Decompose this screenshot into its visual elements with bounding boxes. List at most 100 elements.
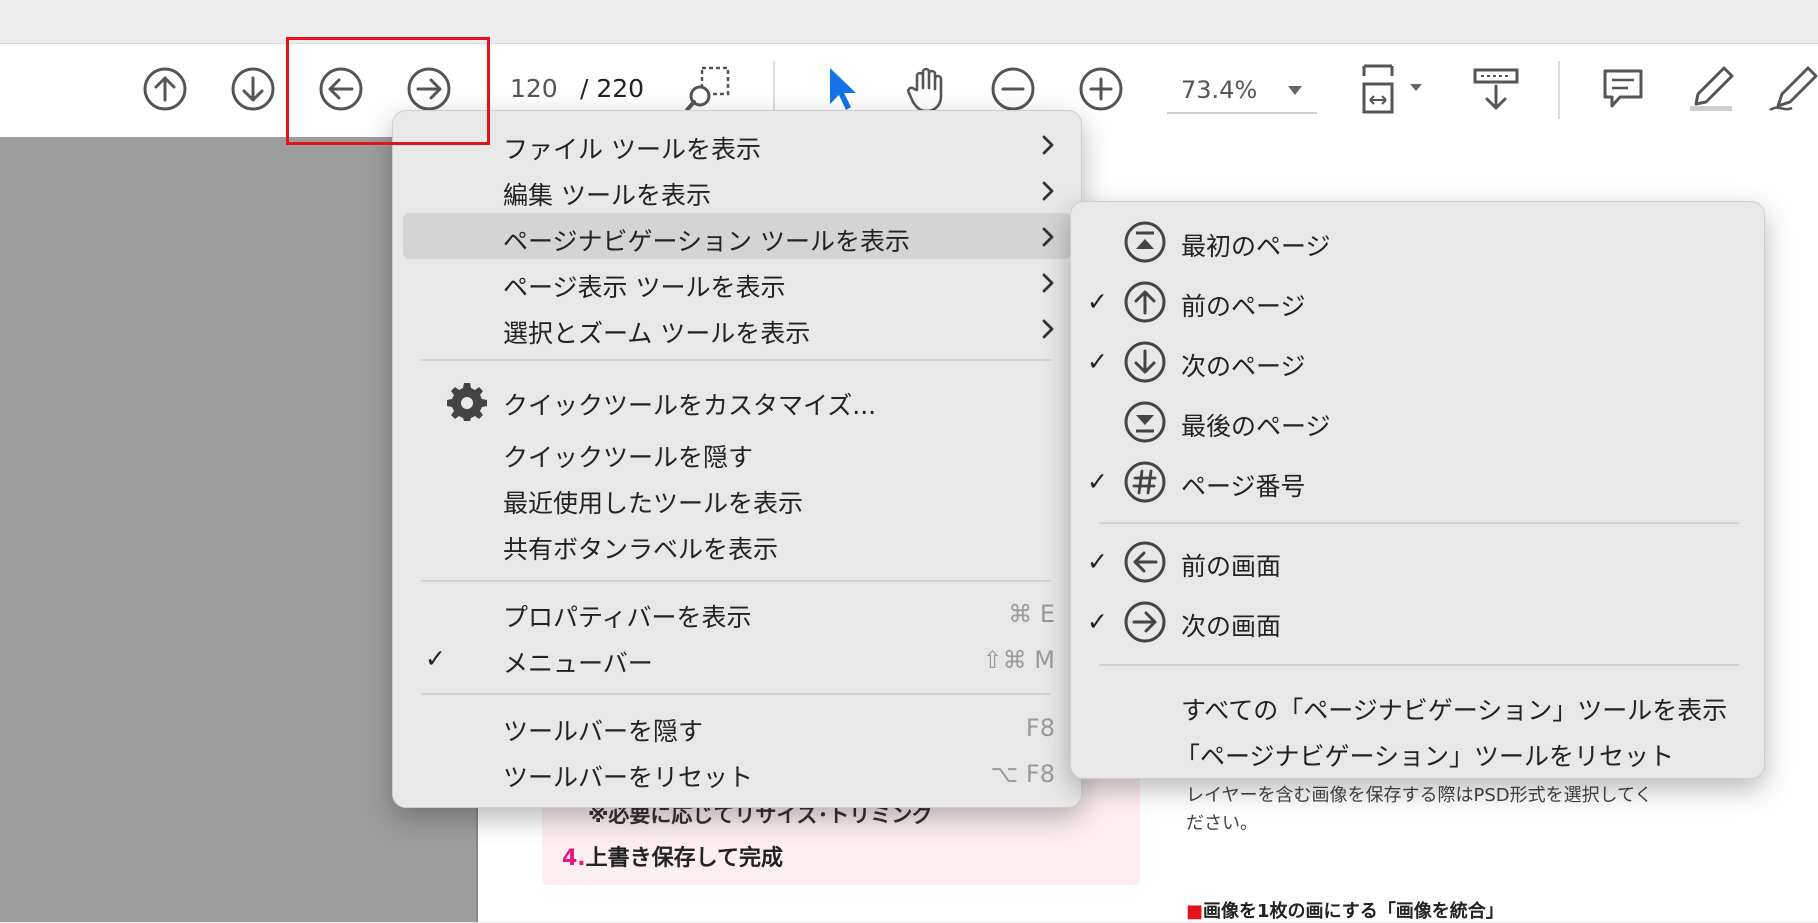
submenu-item-label: 前のページ [1181,292,1306,321]
menu-item-shortcut: ⌘ E [1008,600,1055,628]
menu-item-menu-bar[interactable]: ✓ メニューバー ⇧⌘ M [403,635,1071,681]
submenu-separator [1099,664,1739,666]
page-navigation-submenu: 最初のページ ✓ 前のページ ✓ 次のページ 最後のページ ✓ ページ番号 ✓ … [1070,201,1765,779]
menu-item-file-tools[interactable]: ファイル ツールを表示 [403,121,1071,167]
chevron-right-icon [1041,179,1055,208]
doc-step: 4.上書き保存して完成 [562,840,783,872]
zoom-in-icon[interactable] [1076,64,1126,114]
checkmark-icon: ✓ [1087,607,1108,636]
submenu-item-label: 最後のページ [1181,412,1331,441]
checkmark-icon: ✓ [1087,467,1108,496]
menu-item-page-navigation-tools[interactable]: ページナビゲーション ツールを表示 [403,213,1071,259]
menu-item-shortcut: ⇧⌘ M [982,646,1055,674]
menu-item-shortcut: ⌥ F8 [990,760,1055,788]
menu-separator [421,693,1051,695]
heading-text: 画像を1枚の画にする「画像を統合」 [1203,901,1504,922]
checkmark-icon: ✓ [1087,287,1108,316]
doc-heading: ■画像を1枚の画にする「画像を統合」 [1186,897,1504,923]
submenu-item-last-page[interactable]: 最後のページ [1071,396,1764,448]
zoom-select[interactable]: 73.4% [1167,70,1317,114]
step-text: 上書き保存して完成 [585,846,784,871]
submenu-item-label: すべての「ページナビゲーション」ツールを表示 [1181,696,1728,725]
submenu-item-page-number[interactable]: ✓ ページ番号 [1071,456,1764,508]
page-total: / 220 [580,74,645,103]
menu-item-label: 最近使用したツールを表示 [503,489,804,518]
menu-item-show-property-bar[interactable]: プロパティバーを表示 ⌘ E [403,589,1071,635]
toolbar-context-menu: ファイル ツールを表示 編集 ツールを表示 ページナビゲーション ツールを表示 … [392,110,1082,808]
menu-item-label: 編集 ツールを表示 [503,181,711,210]
step-number: 4. [562,846,586,871]
menu-item-label: 共有ボタンラベルを表示 [503,535,779,564]
submenu-separator [1099,522,1739,524]
menu-separator [421,580,1051,582]
pen-sign-icon[interactable] [1768,64,1818,114]
checkmark-icon: ✓ [425,644,446,673]
select-pointer-icon[interactable] [815,64,865,114]
previous-view-icon [1123,540,1167,590]
current-page-input[interactable]: 120 [510,74,558,103]
last-page-icon [1123,400,1167,450]
submenu-item-next-view[interactable]: ✓ 次の画面 [1071,596,1764,648]
chevron-right-icon [1041,271,1055,300]
submenu-item-next-page[interactable]: ✓ 次のページ [1071,336,1764,388]
zoom-out-icon[interactable] [988,64,1038,114]
menu-item-label: プロパティバーを表示 [503,603,752,632]
menu-item-label: メニューバー [503,649,653,678]
zoom-value: 73.4% [1181,76,1258,104]
comment-icon[interactable] [1598,64,1648,114]
menu-item-edit-tools[interactable]: 編集 ツールを表示 [403,167,1071,213]
menu-item-shortcut: F8 [1025,714,1055,742]
menu-item-label: ツールバーを隠す [503,717,704,746]
menu-item-label: クイックツールを隠す [503,443,754,472]
menu-item-customize-quick-tools[interactable]: クイックツールをカスタマイズ... [403,377,1071,423]
chevron-right-icon [1041,225,1055,254]
menu-item-label: ページナビゲーション ツールを表示 [503,227,910,256]
highlight-box [286,37,490,145]
chevron-down-icon [1288,86,1302,95]
arrow-up-circle-icon[interactable] [140,64,190,114]
menu-item-label: ファイル ツールを表示 [503,135,761,164]
next-view-icon [1123,600,1167,650]
page-number-icon [1123,460,1167,510]
chevron-right-icon [1041,317,1055,346]
first-page-icon [1123,220,1167,270]
menu-item-show-recent-tools[interactable]: 最近使用したツールを表示 [403,475,1071,521]
menu-separator [421,359,1051,361]
menu-item-reset-toolbar[interactable]: ツールバーをリセット ⌥ F8 [403,749,1071,795]
submenu-item-label: ページ番号 [1181,472,1306,501]
submenu-item-label: 「ページナビゲーション」ツールをリセット [1175,742,1675,771]
page-fit-icon[interactable] [1358,64,1428,114]
menu-item-hide-quick-tools[interactable]: クイックツールを隠す [403,429,1071,475]
menu-item-hide-toolbar[interactable]: ツールバーを隠す F8 [403,703,1071,749]
gear-icon [447,381,487,427]
arrow-down-circle-icon[interactable] [228,64,278,114]
menu-item-label: 選択とズーム ツールを表示 [503,319,811,348]
submenu-item-reset-navigation-tools[interactable]: 「ページナビゲーション」ツールをリセット [1071,726,1764,778]
menu-item-label: ページ表示 ツールを表示 [503,273,786,302]
submenu-item-show-all-navigation-tools[interactable]: すべての「ページナビゲーション」ツールを表示 [1071,680,1764,732]
scroll-mode-icon[interactable] [1466,64,1526,114]
heading-square: ■ [1186,901,1204,922]
chevron-right-icon [1041,133,1055,162]
submenu-item-previous-page[interactable]: ✓ 前のページ [1071,276,1764,328]
menu-item-label: クイックツールをカスタマイズ... [503,391,877,420]
highlighter-icon[interactable] [1686,64,1736,114]
submenu-item-label: 次のページ [1181,352,1306,381]
hand-icon[interactable] [902,64,952,114]
submenu-item-label: 前の画面 [1181,552,1282,581]
doc-paragraph: レイヤーを含む画像を保存する際はPSD形式を選択してください。 [1186,785,1653,834]
submenu-item-label: 最初のページ [1181,232,1331,261]
menu-item-select-zoom-tools[interactable]: 選択とズーム ツールを表示 [403,305,1071,351]
submenu-item-previous-view[interactable]: ✓ 前の画面 [1071,536,1764,588]
menu-item-page-display-tools[interactable]: ページ表示 ツールを表示 [403,259,1071,305]
submenu-item-first-page[interactable]: 最初のページ [1071,216,1764,268]
toolbar-separator [1558,61,1560,119]
window-top-strip [0,0,1818,43]
checkmark-icon: ✓ [1087,347,1108,376]
submenu-item-label: 次の画面 [1181,612,1282,641]
marquee-zoom-icon[interactable] [684,64,734,114]
previous-page-icon [1123,280,1167,330]
menu-item-show-share-label[interactable]: 共有ボタンラベルを表示 [403,521,1071,567]
next-page-icon [1123,340,1167,390]
menu-item-label: ツールバーをリセット [503,763,754,792]
